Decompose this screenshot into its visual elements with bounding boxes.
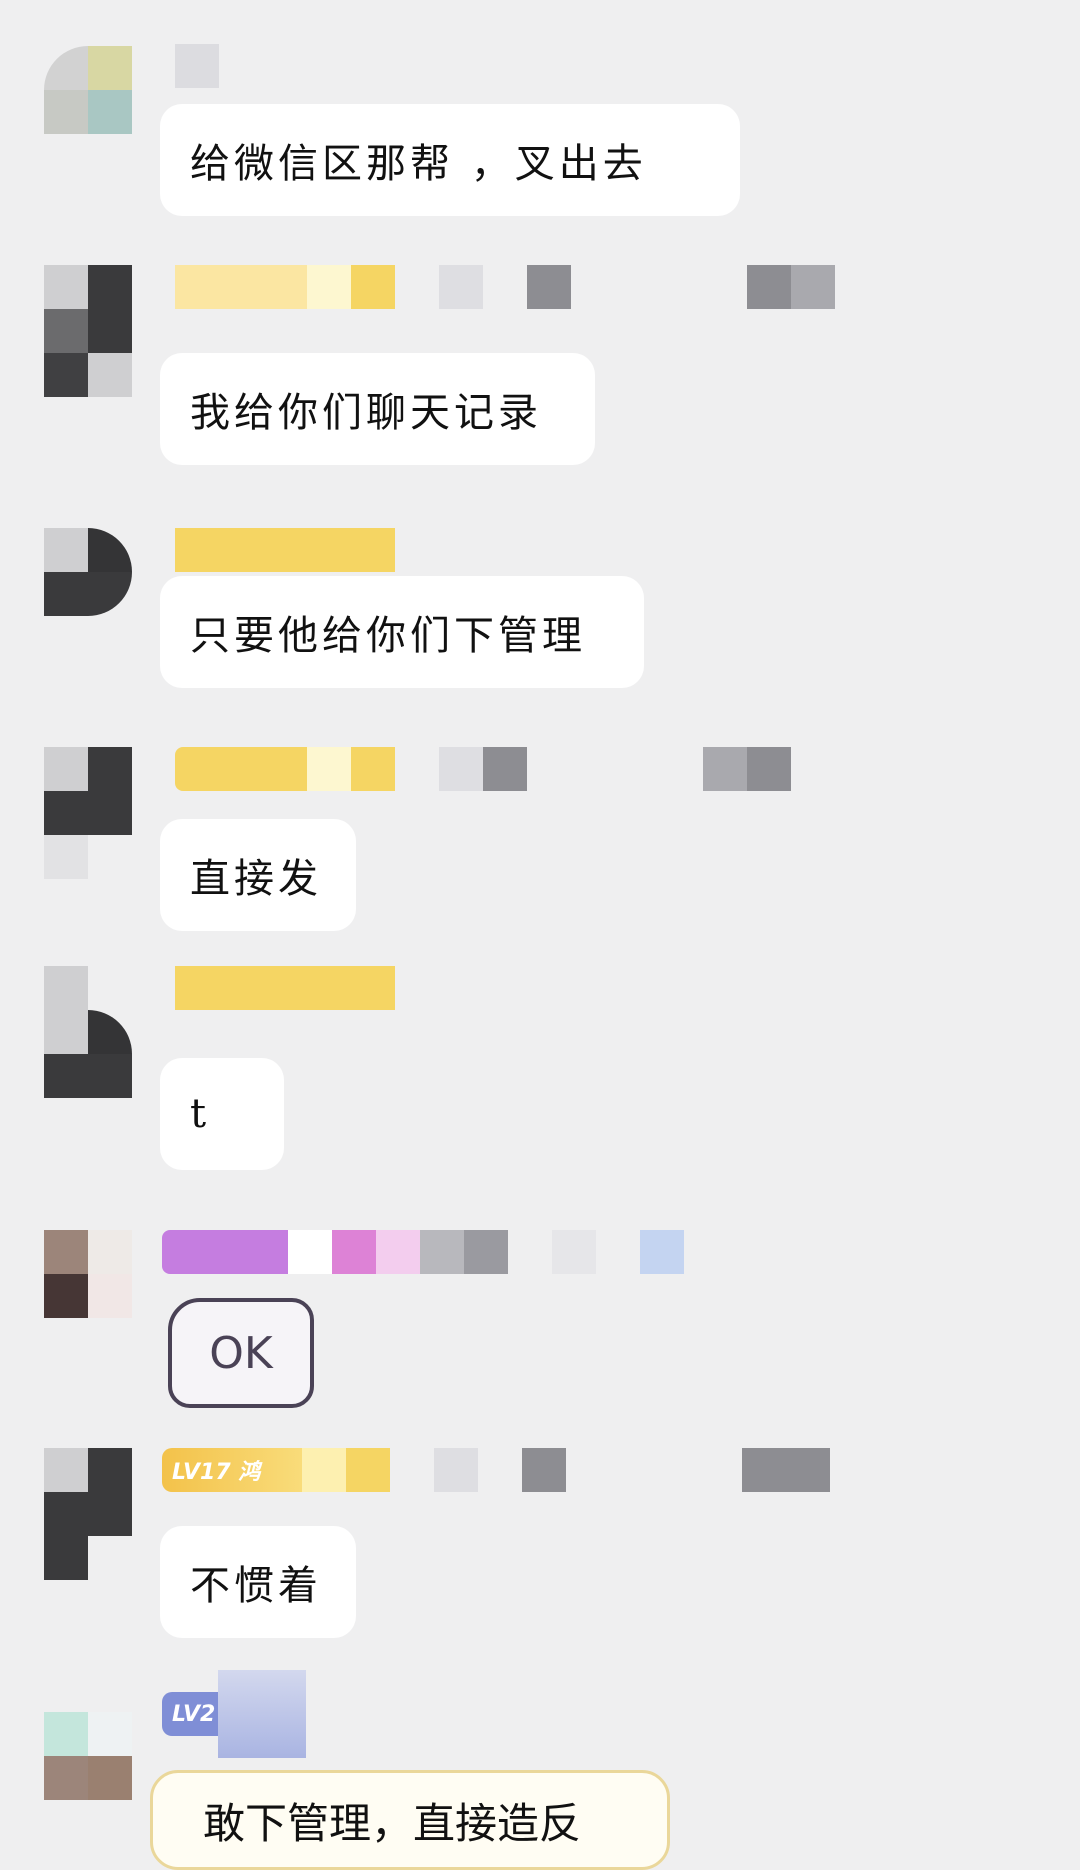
username-redacted	[218, 1670, 306, 1758]
message-bubble[interactable]: 不惯着	[160, 1526, 356, 1638]
avatar[interactable]	[44, 528, 132, 616]
message-text: t	[190, 1091, 211, 1137]
message-text: 我给你们聊天记录	[190, 390, 542, 436]
username-redacted	[175, 44, 219, 88]
username-redacted	[175, 528, 395, 572]
avatar[interactable]	[44, 747, 132, 879]
level-badge: LV2	[162, 1692, 222, 1736]
message-bubble[interactable]: t	[160, 1058, 284, 1170]
message-text: 直接发	[190, 856, 322, 902]
message-bubble[interactable]: 给微信区那帮 ，叉出去	[160, 104, 740, 216]
username-redacted	[175, 265, 835, 309]
level-badge-text: LV2	[172, 1701, 216, 1727]
level-badge: LV17 鸿	[162, 1448, 302, 1492]
ok-sticker-bubble[interactable]: OK	[168, 1298, 314, 1408]
avatar[interactable]	[44, 265, 132, 397]
level-badge-text: LV17 鸿	[172, 1460, 261, 1485]
message-bubble[interactable]: 只要他给你们下管理	[160, 576, 644, 688]
avatar[interactable]	[44, 1712, 132, 1800]
avatar[interactable]	[44, 1230, 132, 1318]
avatar[interactable]	[44, 966, 132, 1098]
message-text: 给微信区那帮 ，叉出去	[190, 141, 647, 187]
username-redacted	[162, 1230, 684, 1274]
message-text: 不惯着	[190, 1563, 322, 1609]
username-redacted	[175, 747, 791, 791]
avatar[interactable]	[44, 1448, 132, 1580]
message-text: 只要他给你们下管理	[190, 613, 586, 659]
message-bubble[interactable]: 我给你们聊天记录	[160, 353, 595, 465]
username-redacted	[302, 1448, 830, 1492]
avatar[interactable]	[44, 46, 132, 134]
username-redacted	[175, 966, 395, 1010]
special-message-bubble[interactable]: 敢下管理，直接造反	[150, 1770, 670, 1870]
message-text: OK	[209, 1327, 273, 1379]
message-bubble[interactable]: 直接发	[160, 819, 356, 931]
message-text: 敢下管理，直接造反	[203, 1798, 582, 1848]
